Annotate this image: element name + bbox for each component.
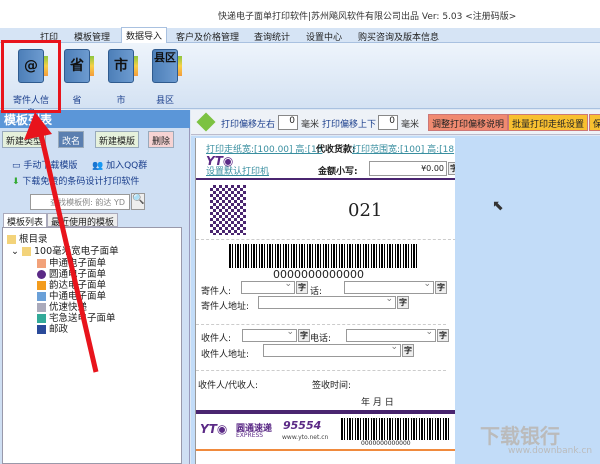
menu-bar: 打印 模板管理 数据导入 客户及价格管理 查询统计 设置中心 购买咨询及版本信息 xyxy=(0,27,600,44)
menu-purchase-info[interactable]: 购买咨询及版本信息 xyxy=(354,29,443,44)
menu-data-import[interactable]: 数据导入 xyxy=(121,27,168,43)
sender-phone-combo[interactable] xyxy=(344,279,434,294)
menu-customer-price[interactable]: 客户及价格管理 xyxy=(172,29,243,44)
receiver-address-label: 收件人地址: xyxy=(201,350,250,360)
download-barcode-software-link[interactable]: ⬇ 下载免费的条码设计打印软件 xyxy=(12,174,139,187)
qr-code xyxy=(210,185,246,235)
template-panel: 模板列表 新建类型 改名 新建模版 删除 ▭ 手动下载模版 👥 加入QQ群 ⬇ … xyxy=(0,110,190,464)
sender-combo[interactable] xyxy=(241,279,295,294)
receiver-combo[interactable] xyxy=(242,327,297,342)
cod-label: 代收货款: xyxy=(316,145,356,155)
divider xyxy=(196,178,455,180)
search-icon[interactable]: 🔍 xyxy=(131,193,145,210)
new-template-button[interactable]: 新建模版 xyxy=(95,131,140,148)
batch-paper-settings-button[interactable]: 批量打印走纸设置 xyxy=(508,114,589,131)
divider xyxy=(196,410,455,414)
sender-address-combo[interactable] xyxy=(258,294,396,309)
sender-label: 寄件人: xyxy=(201,287,232,297)
divider xyxy=(196,324,446,325)
barcode-number: 0000000000000 xyxy=(361,440,411,447)
divider xyxy=(196,449,455,451)
menu-query[interactable]: 查询统计 xyxy=(250,29,294,44)
brand-en: EXPRESS xyxy=(236,432,264,439)
phone-label: 电话: xyxy=(310,334,332,344)
font-button[interactable]: 字 xyxy=(437,329,449,342)
template-search-input[interactable]: 查找模板例: 韵达 YD xyxy=(30,194,130,210)
highlight-box xyxy=(1,40,61,113)
folder-icon xyxy=(21,247,31,256)
district-book-icon: 县区 xyxy=(152,49,182,83)
hotline: 95554 xyxy=(283,419,322,432)
lr-offset-input[interactable]: 0 xyxy=(278,115,298,130)
sort-code: 021 xyxy=(348,200,383,221)
ud-offset-input[interactable]: 0 xyxy=(378,115,398,130)
sign-time-label: 签收时间: xyxy=(312,381,352,391)
font-button[interactable]: 字 xyxy=(296,281,308,294)
font-button[interactable]: 字 xyxy=(448,162,455,175)
window-title: 快递电子面单打印软件|苏州飚风软件有限公司出品 Ver: 5.03 <注册码版> xyxy=(218,12,517,22)
mouse-cursor-icon: ⬉ xyxy=(492,198,504,214)
label: 市 xyxy=(116,96,126,106)
label: 县区 xyxy=(155,96,174,106)
unit-label: 毫米 xyxy=(401,120,420,130)
offset-toolbar: 打印偏移左右 0 毫米 打印偏移上下 0 毫米 调整打印偏移说明 批量打印走纸设… xyxy=(191,110,600,135)
new-category-button[interactable]: 新建类型 xyxy=(2,131,47,148)
ems-icon xyxy=(37,325,46,334)
template-tree: 根目录 ⌄ 100毫米宽电子面单 申通电子面单 圆通电子面单 韵达电子面单 中通… xyxy=(2,227,182,464)
rename-button[interactable]: 改名 xyxy=(58,131,85,148)
province-button[interactable]: 省省 xyxy=(55,49,99,106)
save-button[interactable]: 保 xyxy=(589,114,600,131)
download-arrow-icon: ⬇ xyxy=(12,177,20,187)
label: 加入QQ群 xyxy=(106,161,148,171)
tree-item[interactable]: 邮政 xyxy=(37,321,68,335)
label: 下载免费的条码设计打印软件 xyxy=(22,177,140,187)
city-button[interactable]: 市市 xyxy=(99,49,143,106)
ud-offset-label: 打印偏移上下 xyxy=(322,120,377,130)
delete-button[interactable]: 删除 xyxy=(148,131,175,148)
signer-label: 收件人/代收人: xyxy=(198,381,259,391)
label: 邮政 xyxy=(49,324,69,335)
label: 省 xyxy=(72,96,82,106)
receiver-label: 收件人: xyxy=(201,334,232,344)
manual-download-link[interactable]: ▭ 手动下载模版 xyxy=(12,158,77,171)
barcode xyxy=(229,244,417,268)
watermark: 下载银行 xyxy=(480,424,560,448)
unit-label: 毫米 xyxy=(301,120,320,130)
ribbon: @寄件人信息 省省 市市 县区县区 xyxy=(0,43,600,119)
city-book-icon: 市 xyxy=(108,49,138,83)
print-range-info[interactable]: 打印范围宽:[100] 高:[18 xyxy=(352,142,454,155)
join-qq-group-link[interactable]: 👥 加入QQ群 xyxy=(92,158,147,171)
sender-address-label: 寄件人地址: xyxy=(201,302,250,312)
menu-template[interactable]: 模板管理 xyxy=(70,29,114,44)
website: www.yto.net.cn xyxy=(282,434,329,441)
watermark-url: www.downbank.cn xyxy=(508,446,593,456)
receiver-address-combo[interactable] xyxy=(263,342,401,357)
title-bar: 快递电子面单打印软件|苏州飚风软件有限公司出品 Ver: 5.03 <注册码版> xyxy=(0,0,600,28)
move-diamond-icon xyxy=(196,112,216,132)
font-button[interactable]: 字 xyxy=(402,344,414,357)
amount-input[interactable]: ¥0.00 xyxy=(369,161,447,176)
font-button[interactable]: 字 xyxy=(435,281,447,294)
tab-recent-templates[interactable]: 最近使用的模板 xyxy=(47,213,119,228)
date-label: 年 月 日 xyxy=(361,398,394,408)
district-button[interactable]: 县区 县区 xyxy=(143,49,187,106)
tab-template-list[interactable]: 模板列表 xyxy=(3,213,48,228)
adjust-offset-help-button[interactable]: 调整打印偏移说明 xyxy=(428,114,509,131)
label: 手动下载模版 xyxy=(23,161,78,171)
waybill-template: 打印走纸宽:[100.00] 高:[18 代收货款: 打印范围宽:[100] 高… xyxy=(195,138,455,464)
divider xyxy=(196,239,455,240)
province-book-icon: 省 xyxy=(64,49,94,83)
yto-logo: YT◉ xyxy=(200,422,228,436)
lr-offset-label: 打印偏移左右 xyxy=(221,120,276,130)
set-default-printer-link[interactable]: 设置默认打印机 xyxy=(206,164,269,177)
menu-settings[interactable]: 设置中心 xyxy=(302,29,346,44)
receiver-phone-combo[interactable] xyxy=(346,327,436,342)
font-button[interactable]: 字 xyxy=(397,296,409,309)
font-button[interactable]: 字 xyxy=(298,329,310,342)
barcode xyxy=(341,418,451,440)
divider xyxy=(196,370,446,371)
amount-label: 金额小写: xyxy=(318,167,358,177)
